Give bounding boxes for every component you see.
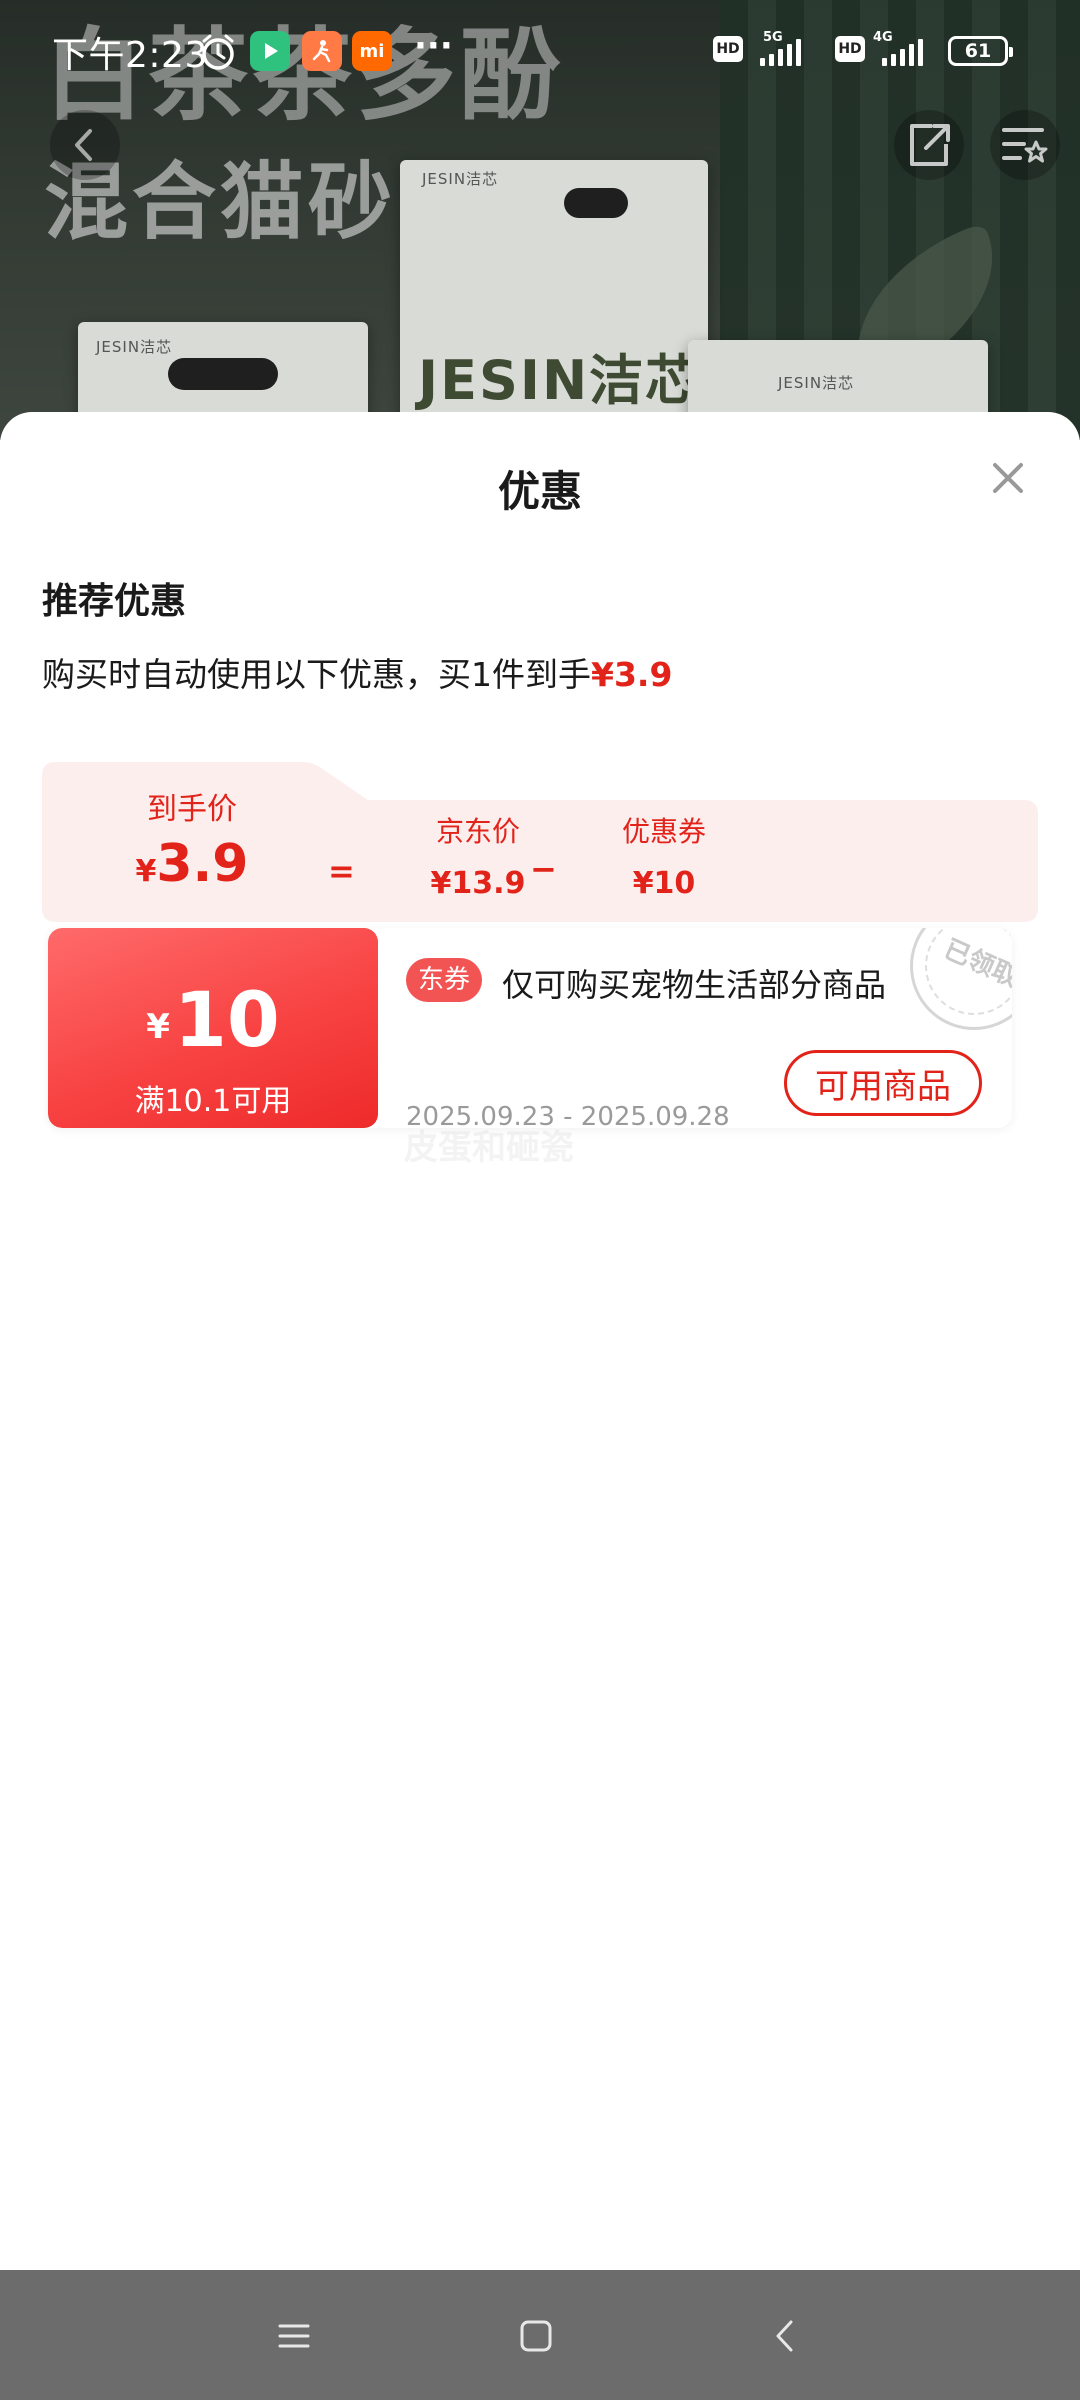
final-price-value: ¥3.9 bbox=[112, 834, 272, 894]
box-handle bbox=[564, 188, 628, 218]
more-notifications-icon: ··· bbox=[414, 26, 453, 66]
box-brand-logo: JESIN洁芯 bbox=[418, 349, 702, 412]
hd-badge-1: HD bbox=[713, 36, 743, 62]
background-ghost-text: 皮蛋和砸瓷 bbox=[404, 1128, 574, 1168]
coupon-sheet: 优惠 推荐优惠 购买时自动使用以下优惠，买1件到手¥3.9 到手价 ¥3.9 =… bbox=[0, 412, 1080, 2270]
mi-app-icon: mi bbox=[352, 31, 392, 71]
system-back-button[interactable] bbox=[750, 2300, 822, 2372]
menu-icon bbox=[278, 2324, 310, 2348]
coupon-deduction: 优惠券 ¥10 bbox=[594, 810, 734, 901]
battery-indicator: 61 bbox=[948, 36, 1013, 66]
coupon-currency: ¥ bbox=[146, 1007, 170, 1047]
product-box-center: JESIN洁芯 JESIN洁芯 bbox=[400, 160, 708, 440]
section-description: 购买时自动使用以下优惠，买1件到手¥3.9 bbox=[42, 648, 672, 696]
section-heading: 推荐优惠 bbox=[42, 581, 187, 622]
close-button[interactable] bbox=[986, 456, 1030, 500]
system-navigation-bar bbox=[0, 2270, 1080, 2400]
coupon-value-panel: ¥10 满10.1可用 bbox=[48, 928, 378, 1128]
available-products-button[interactable]: 可用商品 bbox=[784, 1050, 982, 1116]
box-brand-label: JESIN洁芯 bbox=[422, 170, 499, 188]
share-button[interactable] bbox=[894, 110, 964, 180]
jd-price-label: 京东价 bbox=[435, 815, 520, 848]
claimed-stamp-text: 已领取 bbox=[939, 934, 1012, 994]
coupon-amount-value: 10 bbox=[173, 975, 280, 1064]
sheet-title: 优惠 bbox=[497, 467, 582, 516]
final-price-amount: 3.9 bbox=[156, 834, 249, 894]
status-time: 下午2:23 bbox=[52, 35, 208, 76]
share-icon bbox=[910, 124, 950, 166]
box-brand-label: JESIN洁芯 bbox=[96, 338, 173, 356]
status-bar: 下午2:23 mi ··· HD 5G HD 4G 61 bbox=[0, 0, 1080, 104]
list-star-icon bbox=[1002, 128, 1048, 163]
signal-strength-icon bbox=[760, 38, 801, 66]
favorite-list-button[interactable] bbox=[990, 110, 1060, 180]
claimed-stamp: 已领取 bbox=[910, 928, 1012, 1030]
home-square-icon bbox=[520, 2320, 552, 2352]
coupon-amount: ¥10 bbox=[48, 982, 378, 1058]
coupon-description: 仅可购买宠物生活部分商品 bbox=[502, 966, 887, 1004]
description-text: 购买时自动使用以下优惠，买1件到手 bbox=[42, 655, 591, 694]
coupon-condition: 满10.1可用 bbox=[134, 1084, 292, 1119]
minus-sign: − bbox=[530, 850, 557, 888]
coupon-card: ¥10 满10.1可用 东券 仅可购买宠物生活部分商品 2025.09.23 -… bbox=[48, 928, 1012, 1128]
video-app-icon bbox=[250, 31, 290, 71]
box-brand-label: JESIN洁芯 bbox=[778, 374, 855, 392]
final-price-currency: ¥ bbox=[135, 854, 157, 889]
chevron-left-icon bbox=[776, 2320, 793, 2352]
coupon-deduction-label: 优惠券 bbox=[621, 815, 706, 848]
coupon-type-badge: 东券 bbox=[406, 958, 483, 1002]
hd-badge-2: HD bbox=[835, 36, 865, 62]
back-button[interactable] bbox=[50, 110, 120, 180]
walking-app-icon bbox=[302, 31, 342, 71]
price-breakdown-card: 到手价 ¥3.9 = 京东价 ¥13.9 − 优惠券 ¥10 bbox=[42, 762, 1038, 922]
alarm-icon bbox=[202, 34, 234, 70]
final-price-label: 到手价 bbox=[147, 792, 237, 827]
recent-apps-button[interactable] bbox=[258, 2300, 330, 2372]
signal-strength-icon-2 bbox=[882, 38, 923, 66]
close-icon bbox=[993, 463, 1023, 493]
coupon-deduction-value: ¥10 bbox=[632, 866, 696, 901]
equals-sign: = bbox=[328, 852, 355, 890]
home-button[interactable] bbox=[500, 2300, 572, 2372]
chevron-left-icon bbox=[75, 129, 92, 161]
description-price: ¥3.9 bbox=[591, 655, 673, 694]
box-handle bbox=[168, 358, 278, 390]
final-price: 到手价 ¥3.9 bbox=[112, 784, 272, 894]
